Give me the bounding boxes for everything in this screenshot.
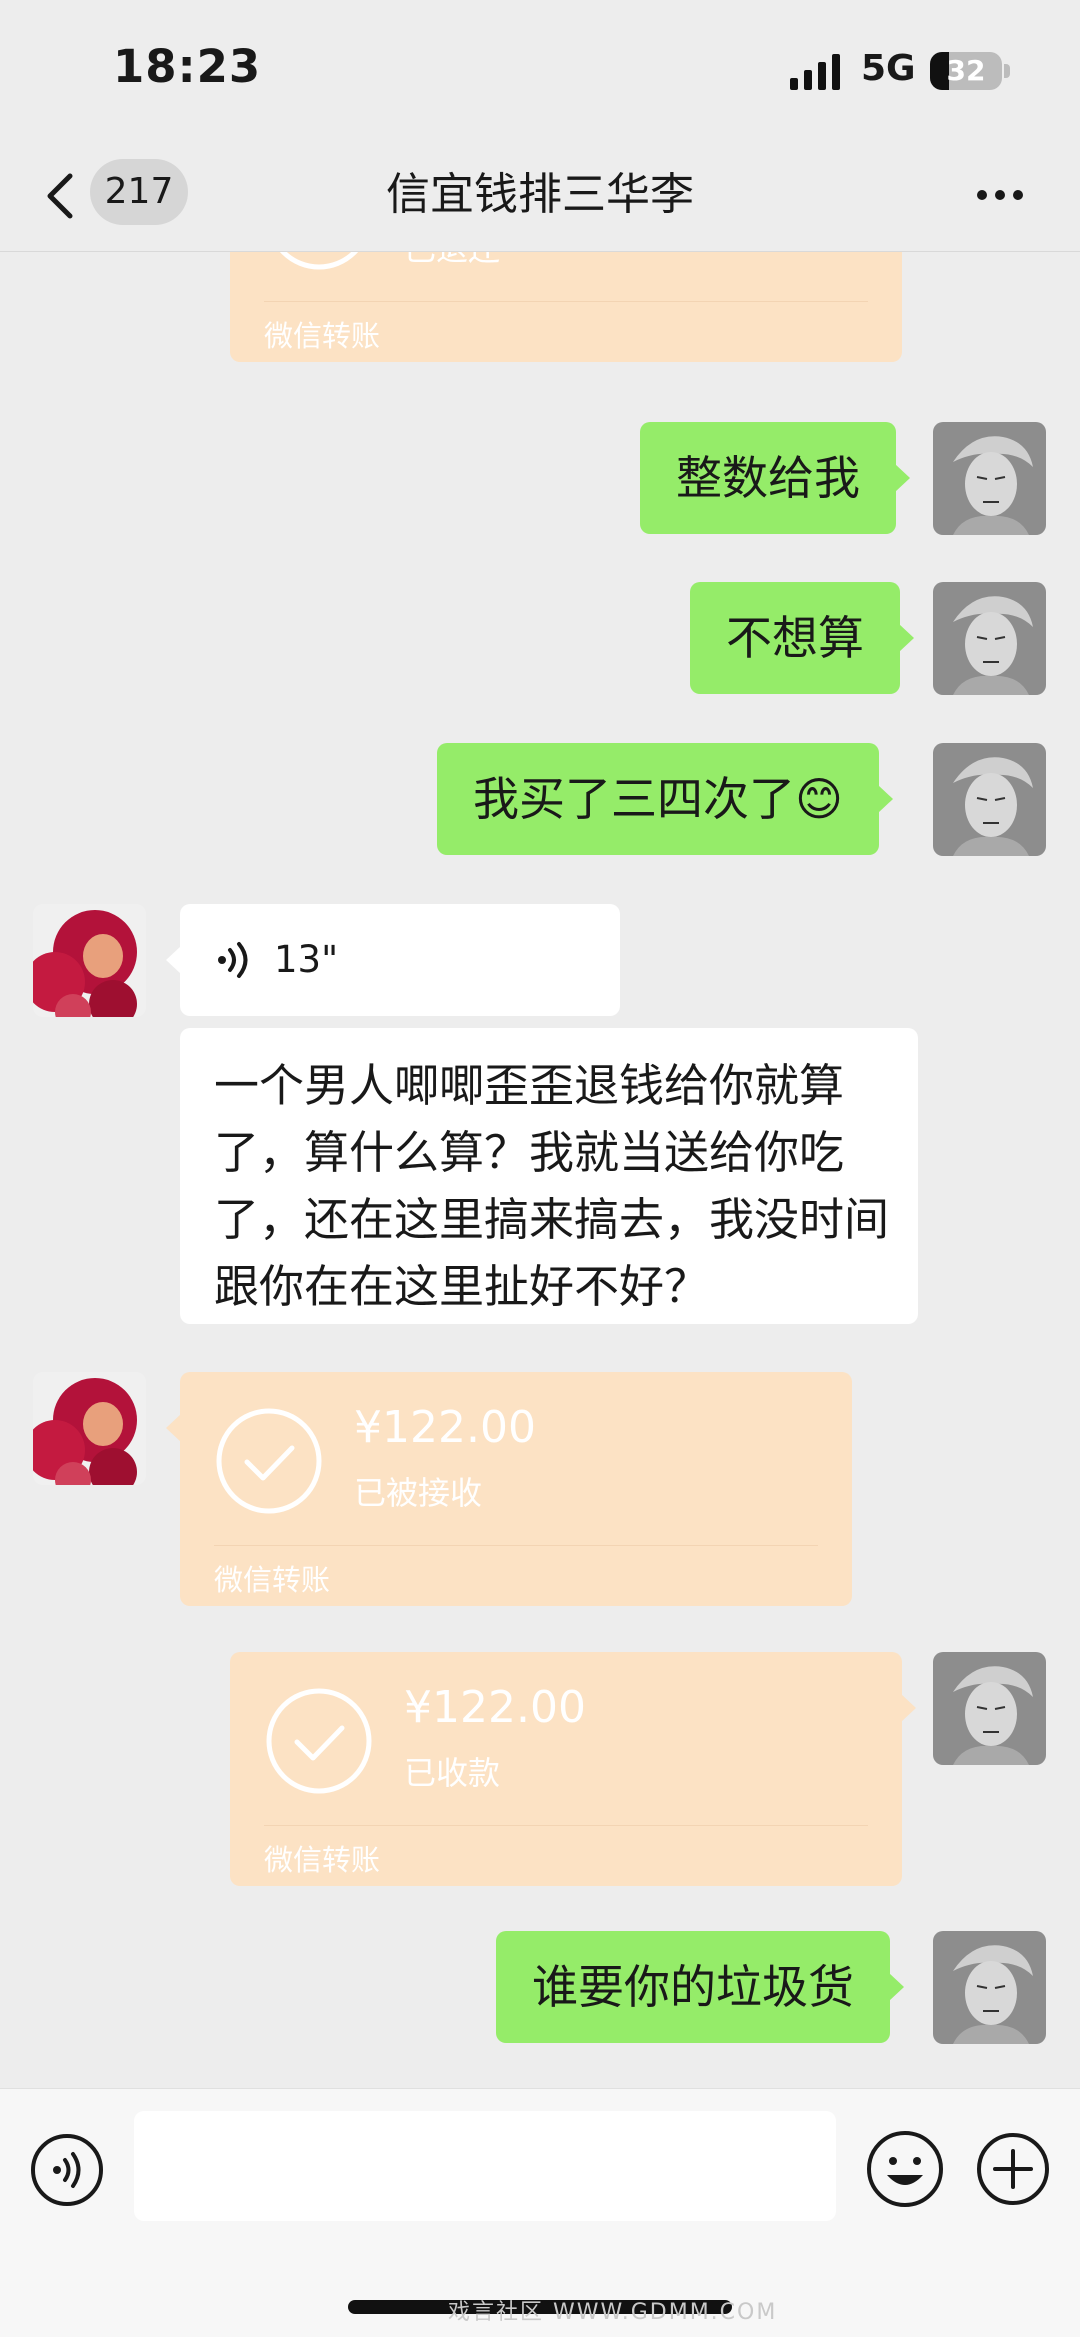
check-icon xyxy=(266,1688,372,1794)
card-divider xyxy=(264,1825,868,1826)
battery-icon: 32 xyxy=(930,52,1002,90)
transfer-card[interactable]: ¥122.00 已收款 微信转账 xyxy=(230,1652,916,1886)
voice-message[interactable]: 13" xyxy=(166,904,620,1016)
status-bar: 18:23 5G 32 xyxy=(0,0,1080,140)
transfer-status: 已被接收 xyxy=(354,1474,483,1512)
message-list[interactable]: 已退还 微信转账 整数给我 不想算 我买了三四次了😊 xyxy=(0,252,1080,2088)
transfer-card[interactable]: ¥122.00 已被接收 微信转账 xyxy=(166,1372,852,1606)
transfer-label: 微信转账 xyxy=(264,319,381,353)
chat-header: 217 信宜钱排三华李 xyxy=(0,140,1080,252)
status-time: 18:23 xyxy=(113,40,262,93)
check-icon xyxy=(216,1408,322,1514)
unread-count-badge[interactable]: 217 xyxy=(90,159,188,225)
contact-avatar[interactable] xyxy=(33,1372,146,1485)
transfer-label: 微信转账 xyxy=(264,1843,381,1877)
voice-duration: 13" xyxy=(274,938,339,981)
contact-avatar[interactable] xyxy=(33,904,146,1017)
card-divider xyxy=(214,1545,818,1546)
my-avatar[interactable] xyxy=(933,1931,1046,2044)
battery-level: 32 xyxy=(946,54,986,87)
check-icon xyxy=(279,252,359,270)
transfer-label: 微信转账 xyxy=(214,1563,331,1597)
transfer-amount: ¥122.00 xyxy=(354,1402,536,1453)
sent-message[interactable]: 不想算 xyxy=(690,582,914,694)
battery-cap xyxy=(1004,64,1010,78)
my-avatar[interactable] xyxy=(933,1652,1046,1765)
back-arrow-icon[interactable] xyxy=(38,168,88,224)
plus-icon[interactable] xyxy=(975,2131,1051,2207)
voice-icon xyxy=(218,942,248,978)
received-message[interactable]: 一个男人唧唧歪歪退钱给你就算了，算什么算？我就当送给你吃了，还在这里搞来搞去，我… xyxy=(180,1028,918,1324)
my-avatar[interactable] xyxy=(933,422,1046,535)
transfer-status: 已收款 xyxy=(404,1754,501,1792)
transfer-status: 已退还 xyxy=(404,252,500,270)
sent-message[interactable]: 谁要你的垃圾货 xyxy=(496,1931,904,2043)
signal-icon xyxy=(790,54,840,90)
emoji-icon[interactable] xyxy=(865,2129,945,2209)
more-icon[interactable] xyxy=(970,170,1030,220)
sent-message[interactable]: 我买了三四次了😊 xyxy=(437,743,893,855)
watermark: 戏言社区 WWW.GDMM.COM xyxy=(448,2300,778,2325)
transfer-amount: ¥122.00 xyxy=(404,1682,586,1733)
voice-input-icon[interactable] xyxy=(30,2133,104,2207)
message-text: 一个男人唧唧歪歪退钱给你就算了，算什么算？我就当送给你吃了，还在这里搞来搞去，我… xyxy=(214,1059,890,1313)
message-input[interactable] xyxy=(134,2111,836,2221)
my-avatar[interactable] xyxy=(933,582,1046,695)
my-avatar[interactable] xyxy=(933,743,1046,856)
chat-title: 信宜钱排三华李 xyxy=(386,169,694,220)
sent-message[interactable]: 整数给我 xyxy=(640,422,910,534)
network-type: 5G xyxy=(861,48,916,89)
transfer-card-returned[interactable]: 已退还 微信转账 xyxy=(230,252,902,362)
card-divider xyxy=(264,301,868,302)
